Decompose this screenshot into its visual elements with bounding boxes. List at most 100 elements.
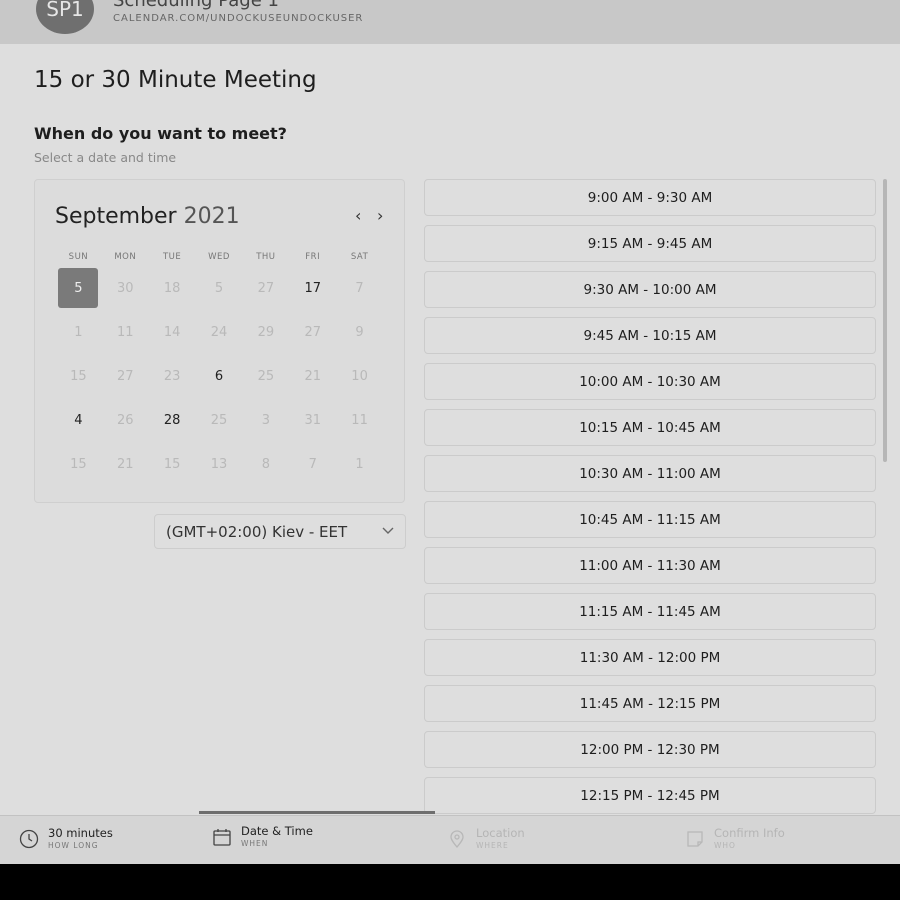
day-cell: 27 xyxy=(289,310,336,354)
step-sublabel: WHEN xyxy=(241,838,269,848)
location-pin-icon xyxy=(446,828,468,850)
time-slot-button[interactable]: 9:30 AM - 10:00 AM xyxy=(424,271,876,308)
day-number: 5 xyxy=(58,268,99,308)
scheduling-app: SP1 Scheduling Page 1 CALENDAR.COM/UNDOC… xyxy=(0,0,900,864)
time-slot-button[interactable]: 10:00 AM - 10:30 AM xyxy=(424,363,876,400)
day-number: 4 xyxy=(74,412,83,428)
timezone-select[interactable]: (GMT+02:00) Kiev - EET xyxy=(154,514,406,549)
day-cell: 30 xyxy=(102,266,149,310)
calendar-icon xyxy=(211,826,233,848)
day-number: 10 xyxy=(351,368,368,384)
day-number: 27 xyxy=(257,280,275,296)
day-number: 13 xyxy=(210,456,228,472)
time-slot-button[interactable]: 11:30 AM - 12:00 PM xyxy=(424,639,876,676)
day-cell: 7 xyxy=(289,442,336,486)
day-number: 15 xyxy=(70,456,87,472)
day-number: 1 xyxy=(355,456,364,472)
weekday-label: SUN xyxy=(68,252,89,262)
step-sublabel: WHO xyxy=(714,840,736,850)
day-number: 11 xyxy=(117,324,134,340)
day-cell[interactable]: 4 xyxy=(55,398,102,442)
month-label: September xyxy=(55,204,177,229)
time-slot-button[interactable]: 11:00 AM - 11:30 AM xyxy=(424,547,876,584)
day-number: 1 xyxy=(74,324,83,340)
step-where[interactable]: Location WHERE xyxy=(446,826,525,851)
weekday-label: FRI xyxy=(305,252,321,262)
day-cell: 11 xyxy=(102,310,149,354)
month-year-label: September 2021 xyxy=(55,204,240,229)
section-heading: When do you want to meet? xyxy=(34,124,287,143)
meeting-title: 15 or 30 Minute Meeting xyxy=(34,67,317,93)
day-cell: 13 xyxy=(196,442,243,486)
day-number: 27 xyxy=(117,368,134,384)
day-number: 27 xyxy=(304,324,321,340)
step-how-long[interactable]: 30 minutes HOW LONG xyxy=(18,826,113,851)
time-slot-button[interactable]: 12:00 PM - 12:30 PM xyxy=(424,731,876,768)
step-who[interactable]: Confirm Info WHO xyxy=(684,826,785,851)
weekday-label: TUE xyxy=(162,252,182,262)
day-number: 7 xyxy=(355,280,364,296)
day-cell: 21 xyxy=(289,354,336,398)
day-cell: 24 xyxy=(196,310,243,354)
year-label: 2021 xyxy=(183,204,240,229)
weekday-label: WED xyxy=(208,252,230,262)
page-header: SP1 Scheduling Page 1 CALENDAR.COM/UNDOC… xyxy=(0,0,900,44)
prev-month-button[interactable]: ‹ xyxy=(355,206,361,225)
time-slot-button[interactable]: 12:15 PM - 12:45 PM xyxy=(424,777,876,814)
time-slot-button[interactable]: 10:15 AM - 10:45 AM xyxy=(424,409,876,446)
slot-list-scrollbar[interactable] xyxy=(883,179,887,462)
day-cell: 31 xyxy=(289,398,336,442)
day-cell[interactable]: 17 xyxy=(289,266,336,310)
weekday-label: MON xyxy=(114,252,137,262)
time-slot-button[interactable]: 10:45 AM - 11:15 AM xyxy=(424,501,876,538)
time-slot-button[interactable]: 9:45 AM - 10:15 AM xyxy=(424,317,876,354)
time-slot-button[interactable]: 11:15 AM - 11:45 AM xyxy=(424,593,876,630)
day-cell: 1 xyxy=(336,442,383,486)
day-number: 3 xyxy=(261,412,270,428)
step-footer: 30 minutes HOW LONG Date & Time WHEN Loc… xyxy=(0,815,900,864)
day-number: 28 xyxy=(163,412,181,428)
note-icon xyxy=(684,828,706,850)
day-cell[interactable]: 6 xyxy=(196,354,243,398)
day-cell: 1 xyxy=(55,310,102,354)
day-number: 29 xyxy=(257,324,275,340)
day-number: 25 xyxy=(257,368,275,384)
step-when[interactable]: Date & Time WHEN xyxy=(211,824,313,849)
day-number: 5 xyxy=(214,280,224,296)
day-number: 21 xyxy=(304,368,321,384)
clock-icon xyxy=(18,828,40,850)
day-number: 6 xyxy=(214,368,224,384)
scheduling-page-name: Scheduling Page 1 xyxy=(113,0,279,11)
day-number: 21 xyxy=(117,456,134,472)
day-number: 24 xyxy=(210,324,228,340)
day-cell: 23 xyxy=(149,354,196,398)
time-slot-button[interactable]: 10:30 AM - 11:00 AM xyxy=(424,455,876,492)
weekday-label: THU xyxy=(256,252,276,262)
step-sublabel: WHERE xyxy=(476,840,509,850)
time-slot-button[interactable]: 9:15 AM - 9:45 AM xyxy=(424,225,876,262)
day-grid: 5 30 18 5 27 17 7 1 11 14 24 29 27 9 15 27 23 6 25 21 10 4 26 2… xyxy=(55,266,383,486)
day-cell: 18 xyxy=(149,266,196,310)
day-cell: 10 xyxy=(336,354,383,398)
section-subtitle: Select a date and time xyxy=(34,150,177,165)
next-month-button[interactable]: › xyxy=(377,206,383,225)
day-number: 9 xyxy=(355,324,364,340)
day-number: 31 xyxy=(304,412,321,428)
day-cell: 5 xyxy=(196,266,243,310)
time-slot-button[interactable]: 11:45 AM - 12:15 PM xyxy=(424,685,876,722)
day-cell: 15 xyxy=(55,354,102,398)
day-cell: 27 xyxy=(102,354,149,398)
step-progress-indicator xyxy=(199,811,435,814)
day-number: 23 xyxy=(163,368,181,384)
day-cell-selected[interactable]: 5 xyxy=(55,266,102,310)
day-number: 11 xyxy=(351,412,368,428)
day-cell: 9 xyxy=(336,310,383,354)
weekday-header: SUN MON TUE WED THU FRI SAT xyxy=(55,252,383,262)
scheduling-page-url[interactable]: CALENDAR.COM/UNDOCKUSEUNDOCKUSER xyxy=(113,13,363,24)
day-cell: 8 xyxy=(242,442,289,486)
day-number: 15 xyxy=(163,456,181,472)
day-number: 7 xyxy=(308,456,317,472)
time-slot-button[interactable]: 9:00 AM - 9:30 AM xyxy=(424,179,876,216)
day-cell[interactable]: 28 xyxy=(149,398,196,442)
day-number: 30 xyxy=(117,280,134,296)
